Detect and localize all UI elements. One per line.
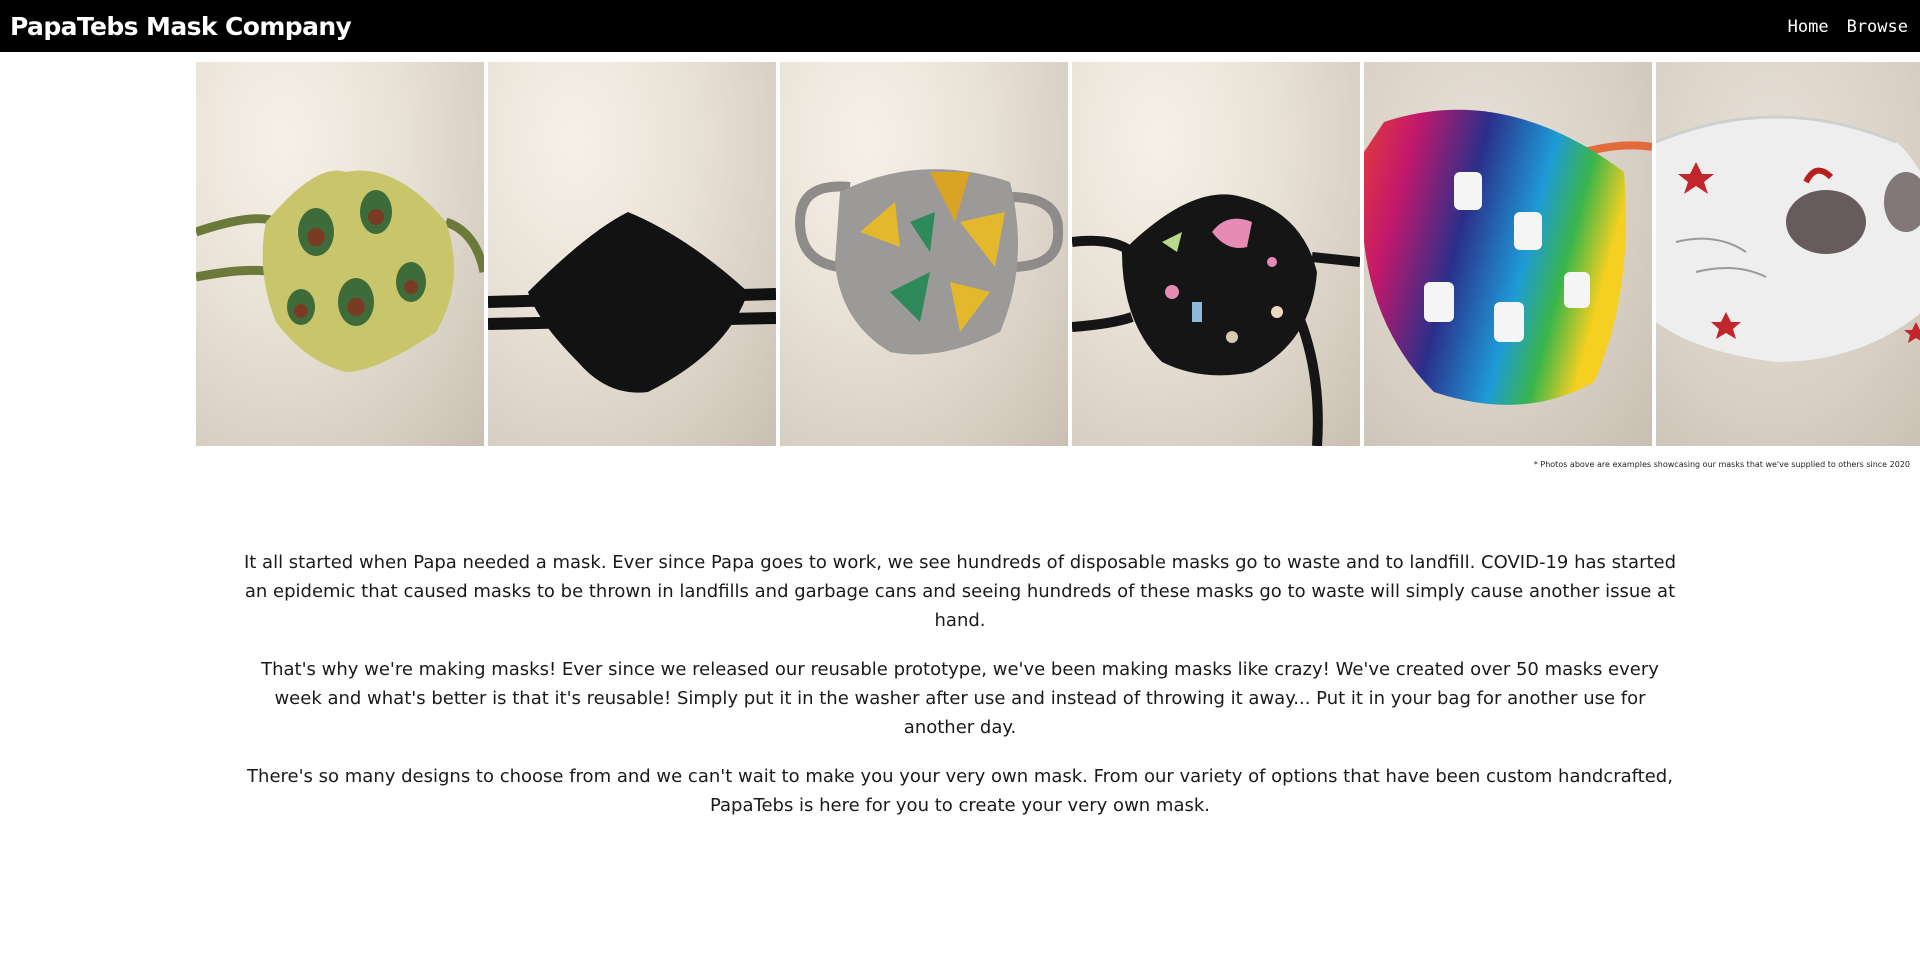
gallery-caption: * Photos above are examples showcasing o…: [1533, 460, 1910, 469]
black-mask-image: [488, 212, 776, 393]
mask-photo-gallery: [196, 62, 1920, 446]
photo-sewing-mask: [1072, 62, 1360, 446]
photo-taco-mask: [780, 62, 1068, 446]
rooster-mask-image: [1656, 115, 1920, 362]
top-navbar: PapaTebs Mask Company Home Browse: [0, 0, 1920, 52]
taco-mask-image: [795, 169, 1064, 355]
sewing-mask-image: [1072, 194, 1360, 446]
main-nav: Home Browse: [1788, 15, 1908, 37]
brand-logo-text[interactable]: PapaTebs Mask Company: [10, 12, 352, 41]
photo-black-mask: [488, 62, 776, 446]
story-paragraph-3: There's so many designs to choose from a…: [247, 766, 1673, 816]
photo-avocado-mask: [196, 62, 484, 446]
story-paragraph-1: It all started when Papa needed a mask. …: [243, 552, 1677, 631]
avocado-mask-image: [196, 170, 484, 372]
photo-rainbow-mask: [1364, 62, 1652, 446]
about-story: It all started when Papa needed a mask. …: [240, 548, 1680, 840]
nav-home-link[interactable]: Home: [1788, 17, 1829, 37]
rainbow-mask-image: [1364, 109, 1652, 405]
nav-browse-link[interactable]: Browse: [1847, 17, 1908, 37]
story-paragraph-2: That's why we're making masks! Ever sinc…: [261, 659, 1659, 738]
photo-rooster-mask: [1656, 62, 1920, 446]
